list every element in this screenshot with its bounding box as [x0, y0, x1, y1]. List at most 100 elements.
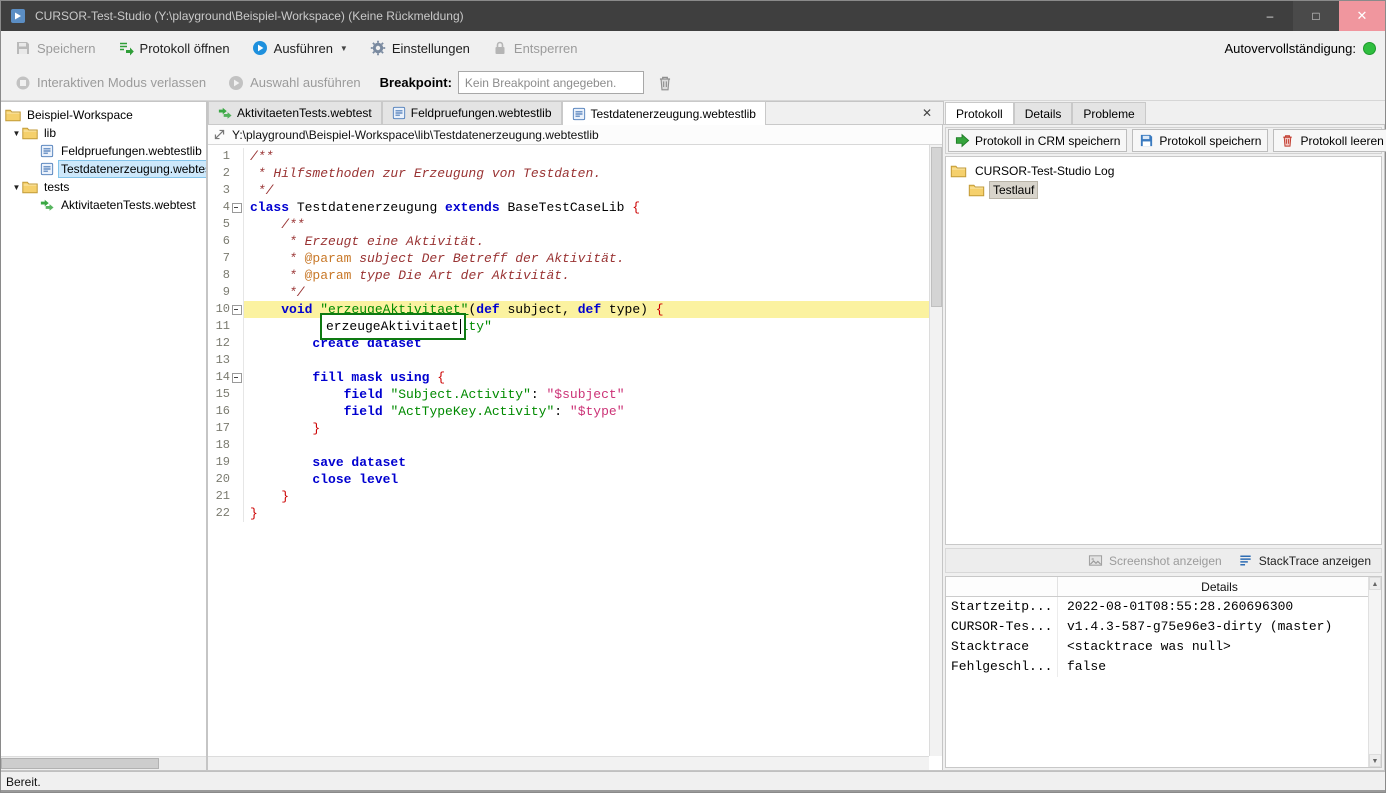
code-line-8[interactable]: 8 * @param type Die Art der Aktivität. — [208, 267, 929, 284]
code-line-17[interactable]: 17 } — [208, 420, 929, 437]
tree-item-cursor-test-studio-log[interactable]: CURSOR-Test-Studio Log — [946, 161, 1381, 180]
tree-item-tests[interactable]: ▼tests — [1, 178, 206, 196]
code-line-5[interactable]: 5 /** — [208, 216, 929, 233]
code-token: close level — [312, 472, 398, 487]
code-token — [250, 370, 312, 385]
details-row[interactable]: CURSOR-Tes...v1.4.3-587-g75e96e3-dirty (… — [946, 617, 1381, 637]
fold-gutter-space — [230, 505, 243, 522]
code-line-4[interactable]: 4class Testdatenerzeugung extends BaseTe… — [208, 199, 929, 216]
tree-item-beispiel-workspace[interactable]: Beispiel-Workspace — [1, 106, 206, 124]
tree-item-testdatenerzeugung-webtestlib[interactable]: Testdatenerzeugung.webtestlib — [1, 160, 206, 178]
code-token: } — [281, 489, 289, 504]
ausf-hren-button[interactable]: Ausführen▼ — [247, 37, 353, 59]
tab-probleme[interactable]: Probleme — [1072, 102, 1145, 124]
tree-item-label: CURSOR-Test-Studio Log — [972, 163, 1117, 179]
code-line-15[interactable]: 15 field "Subject.Activity": "$subject" — [208, 386, 929, 403]
code-line-22[interactable]: 22} — [208, 505, 929, 522]
rename-edit-box[interactable]: erzeugeAktivitaet — [320, 313, 466, 340]
details-row[interactable]: Stacktrace<stacktrace was null> — [946, 637, 1381, 657]
screenshot-anzeigen-button: Screenshot anzeigen — [1088, 553, 1222, 568]
tree-item-label: Testdatenerzeugung.webtestlib — [59, 161, 206, 177]
details-scrollbar[interactable]: ▲ ▼ — [1368, 577, 1381, 767]
code-line-3[interactable]: 3 */ — [208, 182, 929, 199]
breakpoint-trash-button[interactable] — [656, 74, 674, 92]
fold-marker-icon[interactable] — [230, 369, 243, 386]
code-editor[interactable]: 1/**2 * Hilfsmethoden zur Erzeugung von … — [208, 145, 929, 756]
details-row[interactable]: Fehlgeschl...false — [946, 657, 1381, 677]
close-button[interactable]: ✕ — [1339, 1, 1385, 31]
code-line-11[interactable]: 11 mask "Activity" — [208, 318, 929, 335]
code-line-10[interactable]: 10 void "erzeugeAktivitaet"(def subject,… — [208, 301, 929, 318]
tab-aktivitaetentests-webtest[interactable]: AktivitaetenTests.webtest — [208, 101, 382, 124]
code-line-19[interactable]: 19 save dataset — [208, 454, 929, 471]
protokoll-speichern-button[interactable]: Protokoll speichern — [1132, 129, 1268, 152]
tree-item-testlauf[interactable]: Testlauf — [946, 180, 1381, 199]
tree-horizontal-scrollbar[interactable] — [1, 756, 206, 770]
line-gutter: 14 — [208, 369, 244, 386]
tab-protokoll[interactable]: Protokoll — [945, 102, 1014, 125]
tab-feldpruefungen-webtestlib[interactable]: Feldpruefungen.webtestlib — [382, 101, 562, 124]
code-token: { — [437, 370, 445, 385]
code-line-2[interactable]: 2 * Hilfsmethoden zur Erzeugung von Test… — [208, 165, 929, 182]
protokoll-ffnen-button[interactable]: Protokoll öffnen — [113, 37, 235, 59]
code-token: type) — [601, 302, 656, 317]
code-token: * — [250, 268, 305, 283]
editor-horizontal-scrollbar[interactable] — [208, 756, 929, 770]
fold-gutter-space — [230, 216, 243, 233]
details-table-header: Details — [946, 577, 1381, 597]
editor-panel: AktivitaetenTests.webtestFeldpruefungen.… — [207, 101, 944, 771]
line-number: 6 — [208, 233, 230, 250]
tree-item-lib[interactable]: ▼lib — [1, 124, 206, 142]
button-label: Protokoll speichern — [1159, 134, 1261, 148]
fold-gutter-space — [230, 148, 243, 165]
code-line-16[interactable]: 16 field "ActTypeKey.Activity": "$type" — [208, 403, 929, 420]
code-line-18[interactable]: 18 — [208, 437, 929, 454]
tree-item-label: Beispiel-Workspace — [25, 107, 135, 123]
scrollbar-thumb[interactable] — [1, 758, 159, 769]
tab-testdatenerzeugung-webtestlib[interactable]: Testdatenerzeugung.webtestlib — [562, 101, 766, 125]
line-gutter: 3 — [208, 182, 244, 199]
stacktrace-anzeigen-button[interactable]: StackTrace anzeigen — [1238, 553, 1371, 568]
scroll-up-arrow-icon[interactable]: ▲ — [1369, 577, 1381, 590]
code-line-14[interactable]: 14 fill mask using { — [208, 369, 929, 386]
close-editor-icon[interactable]: ✕ — [911, 106, 943, 120]
window-title: CURSOR-Test-Studio (Y:\playground\Beispi… — [35, 9, 464, 23]
fold-marker-icon[interactable] — [230, 301, 243, 318]
code-token: * — [250, 251, 305, 266]
tree-expander-icon[interactable]: ▼ — [11, 183, 22, 192]
code-line-7[interactable]: 7 * @param subject Der Betreff der Aktiv… — [208, 250, 929, 267]
code-token: { — [632, 200, 640, 215]
details-row[interactable]: Startzeitp...2022-08-01T08:55:28.2606963… — [946, 597, 1381, 617]
button-label: Screenshot anzeigen — [1109, 554, 1222, 568]
fold-marker-icon[interactable] — [230, 199, 243, 216]
protokoll-leeren-button[interactable]: Protokoll leeren — [1273, 129, 1386, 152]
expand-editor-icon[interactable] — [213, 128, 226, 141]
tree-item-feldpruefungen-webtestlib[interactable]: Feldpruefungen.webtestlib — [1, 142, 206, 160]
line-number: 13 — [208, 352, 230, 369]
tree-item-label: Feldpruefungen.webtestlib — [59, 143, 204, 159]
tab-details[interactable]: Details — [1014, 102, 1073, 124]
maximize-button[interactable]: □ — [1293, 1, 1339, 31]
dropdown-caret-icon[interactable]: ▼ — [340, 44, 348, 53]
code-text: */ — [244, 182, 929, 199]
line-gutter: 16 — [208, 403, 244, 420]
line-number: 21 — [208, 488, 230, 505]
details-rows: Startzeitp...2022-08-01T08:55:28.2606963… — [946, 597, 1381, 677]
protokoll-in-crm-speichern-button[interactable]: Protokoll in CRM speichern — [948, 129, 1127, 152]
code-line-20[interactable]: 20 close level — [208, 471, 929, 488]
code-line-21[interactable]: 21 } — [208, 488, 929, 505]
code-line-13[interactable]: 13 — [208, 352, 929, 369]
line-number: 12 — [208, 335, 230, 352]
code-line-6[interactable]: 6 * Erzeugt eine Aktivität. — [208, 233, 929, 250]
scroll-down-arrow-icon[interactable]: ▼ — [1369, 754, 1381, 767]
code-line-1[interactable]: 1/** — [208, 148, 929, 165]
einstellungen-button[interactable]: Einstellungen — [365, 37, 475, 59]
minimize-button[interactable]: – — [1247, 1, 1293, 31]
tree-item-aktivitaetentests-webtest[interactable]: AktivitaetenTests.webtest — [1, 196, 206, 214]
code-line-12[interactable]: 12 create dataset — [208, 335, 929, 352]
editor-vertical-scrollbar[interactable] — [929, 145, 943, 756]
scrollbar-thumb[interactable] — [931, 147, 942, 307]
code-line-9[interactable]: 9 */ — [208, 284, 929, 301]
tree-expander-icon[interactable]: ▼ — [11, 129, 22, 138]
breakpoint-input[interactable] — [458, 71, 644, 94]
